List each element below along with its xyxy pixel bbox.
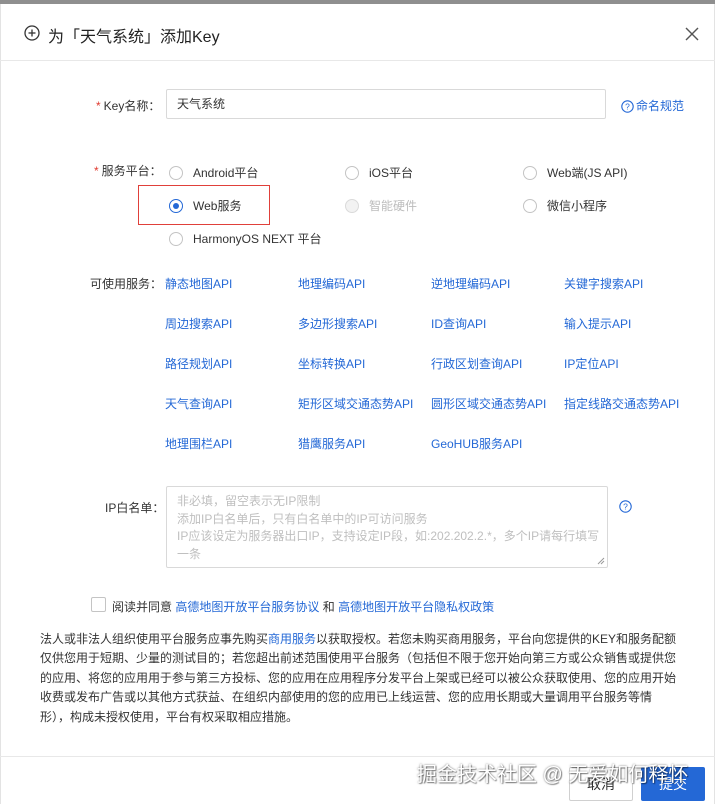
commercial-service-link[interactable]: 商用服务 xyxy=(268,632,316,646)
naming-rules-link[interactable]: ? 命名规范 xyxy=(621,97,684,114)
api-service-link[interactable]: 关键字搜索API xyxy=(564,275,643,292)
license-notice: 法人或非法人组织使用平台服务应事先购买商用服务以获取授权。若您未购买商用服务，平… xyxy=(40,632,677,724)
radio-web-js-api[interactable]: Web端(JS API) xyxy=(523,164,627,181)
radio-wechat-miniprogram[interactable]: 微信小程序 xyxy=(523,197,607,214)
dialog-left-border xyxy=(0,4,1,804)
placeholder-line: IP应该设定为服务器出口IP，支持设定IP段，如:202.202.2.*，多个I… xyxy=(177,529,600,543)
services-label: 可使用服务： xyxy=(90,277,163,291)
privacy-policy-link[interactable]: 高德地图开放平台隐私权政策 xyxy=(338,600,494,614)
submit-button[interactable]: 提交 xyxy=(641,767,705,801)
api-service-link[interactable]: 天气查询API xyxy=(165,395,232,412)
api-service-link[interactable]: 地理编码API xyxy=(298,275,365,292)
api-service-link[interactable]: 圆形区域交通态势API xyxy=(431,395,546,412)
highlight-box xyxy=(138,185,270,225)
agreement-checkbox[interactable] xyxy=(91,597,106,612)
placeholder-line: 一条 xyxy=(177,546,202,561)
radio-harmonyos-next[interactable]: HarmonyOS NEXT 平台 xyxy=(169,230,321,247)
radio-ios[interactable]: iOS平台 xyxy=(345,164,413,181)
key-name-input[interactable]: 天气系统 xyxy=(166,89,606,119)
question-circle-icon[interactable]: ? xyxy=(619,500,632,513)
required-mark: * xyxy=(94,164,99,178)
platform-label: * 服务平台： xyxy=(94,164,162,178)
footer-divider xyxy=(0,756,715,757)
api-service-link[interactable]: 指定线路交通态势API xyxy=(564,395,679,412)
dialog-header: 为「天气系统」添加Key xyxy=(0,4,715,61)
api-service-link[interactable]: 地理围栏API xyxy=(165,435,232,452)
api-service-link[interactable]: GeoHUB服务API xyxy=(431,435,522,452)
api-service-link[interactable]: 矩形区域交通态势API xyxy=(298,395,413,412)
api-service-link[interactable]: 多边形搜索API xyxy=(298,315,377,332)
key-name-label: * Key名称： xyxy=(96,99,161,113)
svg-text:?: ? xyxy=(625,102,630,112)
radio-dot xyxy=(169,232,183,246)
question-circle-icon: ? xyxy=(621,100,634,113)
ip-whitelist-textarea[interactable]: 非必填，留空表示无IP限制 添加IP白名单后，只有白名单中的IP可访问服务 IP… xyxy=(166,486,608,568)
ip-whitelist-label: IP白名单： xyxy=(105,501,165,515)
radio-dot xyxy=(345,166,359,180)
placeholder-line: 添加IP白名单后，只有白名单中的IP可访问服务 xyxy=(177,511,428,526)
api-service-link[interactable]: 逆地理编码API xyxy=(431,275,510,292)
api-service-link[interactable]: 坐标转换API xyxy=(298,355,365,372)
placeholder-line: 非必填，留空表示无IP限制 xyxy=(177,494,321,508)
radio-android[interactable]: Android平台 xyxy=(169,164,258,181)
api-service-link[interactable]: 静态地图API xyxy=(165,275,232,292)
api-service-link[interactable]: 周边搜索API xyxy=(165,315,232,332)
svg-text:?: ? xyxy=(623,502,628,512)
radio-smart-hardware: 智能硬件 xyxy=(345,197,417,214)
api-service-link[interactable]: IP定位API xyxy=(564,355,619,372)
api-service-link[interactable]: 猎鹰服务API xyxy=(298,435,365,452)
cancel-button[interactable]: 取消 xyxy=(569,767,633,801)
plus-circle-icon xyxy=(24,25,40,41)
radio-dot-disabled xyxy=(345,199,359,213)
required-mark: * xyxy=(96,99,101,113)
api-service-link[interactable]: 行政区划查询API xyxy=(431,355,522,372)
radio-dot xyxy=(523,166,537,180)
api-service-link[interactable]: 路径规划API xyxy=(165,355,232,372)
api-service-link[interactable]: 输入提示API xyxy=(564,315,631,332)
resize-grip-icon[interactable] xyxy=(597,557,605,565)
agreement-text: 阅读并同意 高德地图开放平台服务协议 和 高德地图开放平台隐私权政策 xyxy=(112,600,495,614)
dialog-title: 为「天气系统」添加Key xyxy=(48,29,220,46)
radio-dot xyxy=(523,199,537,213)
service-agreement-link[interactable]: 高德地图开放平台服务协议 xyxy=(175,600,319,614)
close-icon[interactable] xyxy=(684,26,700,42)
api-service-link[interactable]: ID查询API xyxy=(431,315,486,332)
radio-dot xyxy=(169,166,183,180)
